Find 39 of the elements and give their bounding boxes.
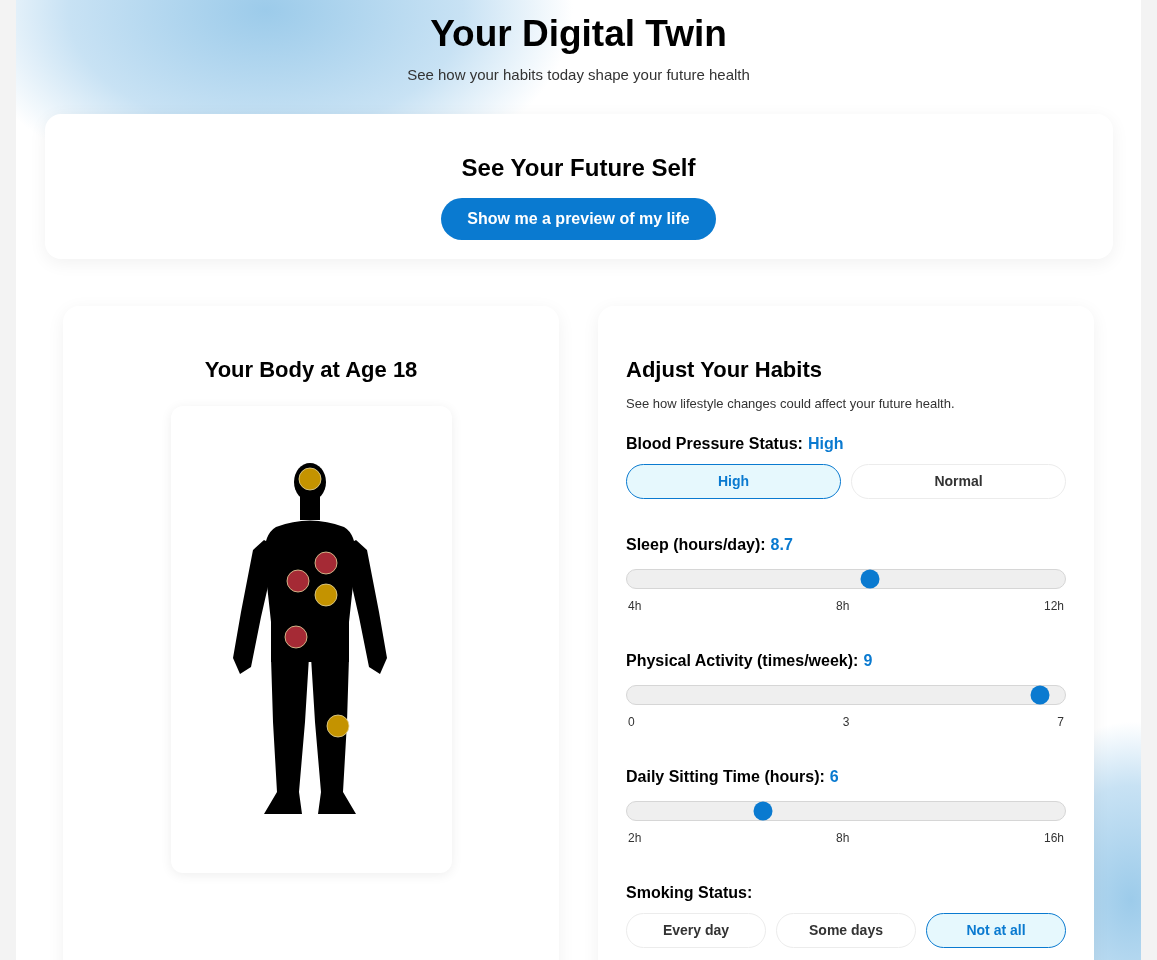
slider-thumb[interactable] <box>860 569 880 589</box>
option-button[interactable]: Some days <box>776 913 916 948</box>
control-value: High <box>807 434 844 454</box>
control-label: Physical Activity (times/week): <box>626 651 859 671</box>
health-marker[interactable] <box>284 625 308 649</box>
health-marker[interactable] <box>314 583 338 607</box>
health-marker[interactable] <box>298 467 322 491</box>
control-value: 9 <box>863 651 873 671</box>
control-value: 8.7 <box>770 535 793 555</box>
tick-label: 3 <box>842 714 850 731</box>
panel-description: See how lifestyle changes could affect your future health. <box>626 396 956 412</box>
health-marker[interactable] <box>286 569 310 593</box>
option-button[interactable]: High <box>626 464 841 499</box>
option-button[interactable]: Every day <box>626 913 766 948</box>
control-label: Blood Pressure Status: <box>626 434 803 454</box>
control-value: 6 <box>829 767 839 787</box>
slider-thumb[interactable] <box>1030 685 1050 705</box>
option-button[interactable]: Not at all <box>926 913 1066 948</box>
control-label: Smoking Status: <box>626 883 753 903</box>
control-label: Daily Sitting Time (hours): <box>626 767 825 787</box>
card-title: See Your Future Self <box>461 153 696 183</box>
page-subtitle: See how your habits today shape your future health <box>407 64 750 85</box>
option-button[interactable]: Normal <box>851 464 1066 499</box>
panel-title: Your Body at Age 18 <box>204 356 418 384</box>
health-marker[interactable] <box>326 714 350 738</box>
tick-label: 4h <box>628 598 642 615</box>
tick-label: 12h <box>1043 598 1064 615</box>
panel-title: Adjust Your Habits <box>626 356 823 384</box>
tick-label: 7 <box>1057 714 1064 731</box>
control-label: Sleep (hours/day): <box>626 535 766 555</box>
tick-label: 2h <box>628 830 642 847</box>
tick-label: 8h <box>836 598 850 615</box>
tick-label: 16h <box>1043 830 1064 847</box>
page-title: Your Digital Twin <box>430 12 727 56</box>
preview-button[interactable]: Show me a preview of my life <box>441 198 716 240</box>
tick-label: 8h <box>836 830 850 847</box>
slider-thumb[interactable] <box>753 801 773 821</box>
tick-label: 0 <box>628 714 635 731</box>
health-marker[interactable] <box>314 551 338 575</box>
